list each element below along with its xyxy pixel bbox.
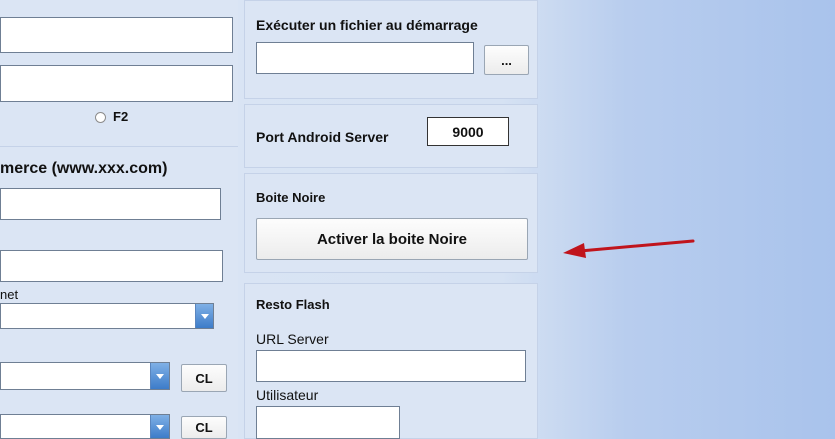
black-box-title: Boite Noire <box>256 190 326 205</box>
section-divider <box>0 146 238 147</box>
url-server-input[interactable] <box>256 350 526 382</box>
chevron-down-icon[interactable] <box>150 363 169 389</box>
f2-label: F2 <box>113 109 129 124</box>
chevron-down-icon[interactable] <box>195 304 213 328</box>
left-text-field-1[interactable] <box>0 17 233 53</box>
android-port-label: Port Android Server <box>256 129 389 145</box>
annotation-arrow-icon <box>563 239 695 258</box>
chevron-down-icon[interactable] <box>150 415 169 438</box>
net-dropdown[interactable] <box>0 303 214 329</box>
startup-file-title: Exécuter un fichier au démarrage <box>256 17 478 33</box>
cl-button-2[interactable]: CL <box>181 416 227 439</box>
android-port-input[interactable]: 9000 <box>427 117 509 146</box>
startup-file-input[interactable] <box>256 42 474 74</box>
dropdown-2[interactable] <box>0 414 170 439</box>
browse-button[interactable]: ... <box>484 45 529 75</box>
left-text-field-2[interactable] <box>0 65 233 102</box>
cl-button-1[interactable]: CL <box>181 364 227 392</box>
url-server-label: URL Server <box>256 331 329 347</box>
f2-radio-button[interactable] <box>95 112 106 123</box>
net-label: net <box>0 287 19 302</box>
ecommerce-field-1[interactable] <box>0 188 221 220</box>
user-label: Utilisateur <box>256 387 319 403</box>
resto-flash-title: Resto Flash <box>256 297 330 312</box>
ecommerce-section-title: merce (www.xxx.com) <box>0 160 168 177</box>
ecommerce-field-2[interactable] <box>0 250 223 282</box>
user-input[interactable] <box>256 406 400 439</box>
activate-black-box-button[interactable]: Activer la boite Noire <box>256 218 528 260</box>
dropdown-1[interactable] <box>0 362 170 390</box>
